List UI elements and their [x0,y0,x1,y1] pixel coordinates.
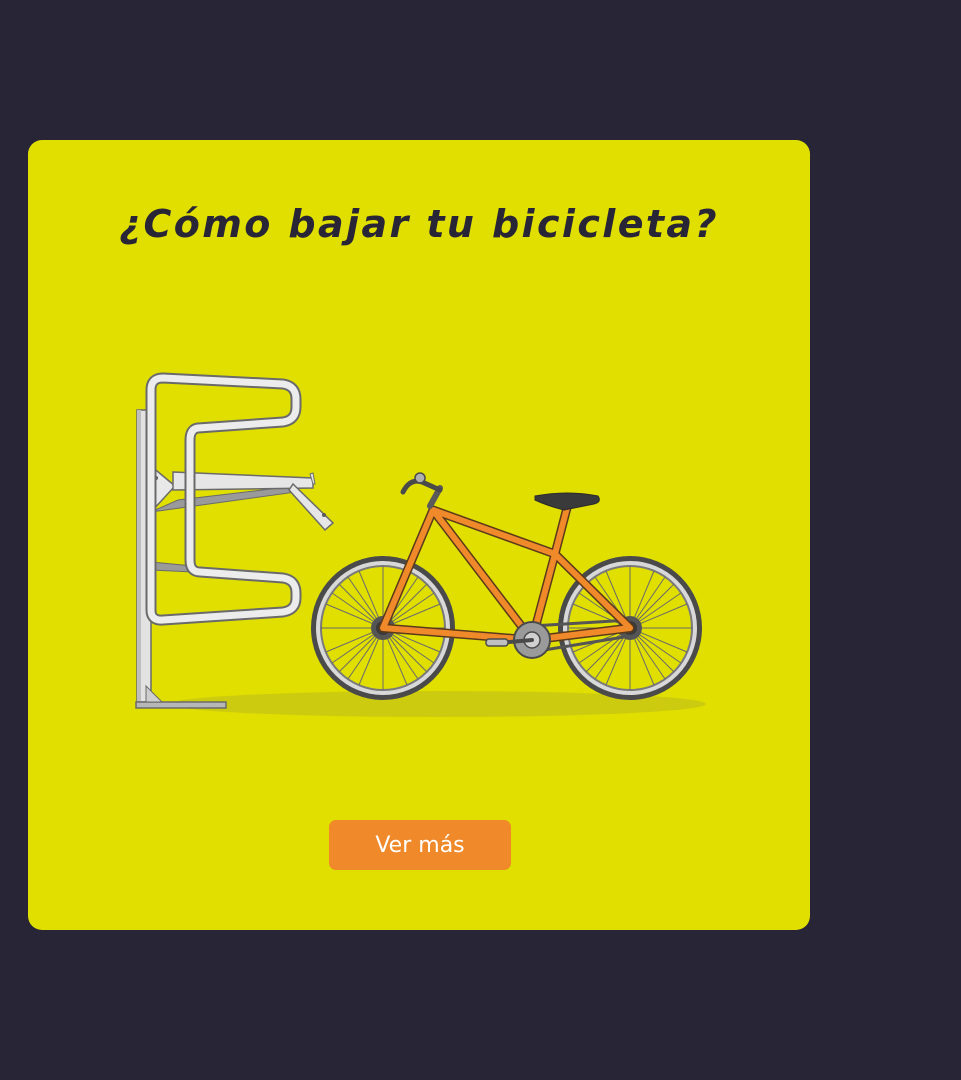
card-title: ¿Cómo bajar tu bicicleta? [119,202,719,246]
rack-icon [135,372,335,709]
bicycle-icon [311,472,702,700]
bike-rack-illustration [135,372,706,717]
info-card: ¿Cómo bajar tu bicicleta? Ver más [28,140,810,930]
ver-mas-button[interactable]: Ver más [329,820,511,870]
